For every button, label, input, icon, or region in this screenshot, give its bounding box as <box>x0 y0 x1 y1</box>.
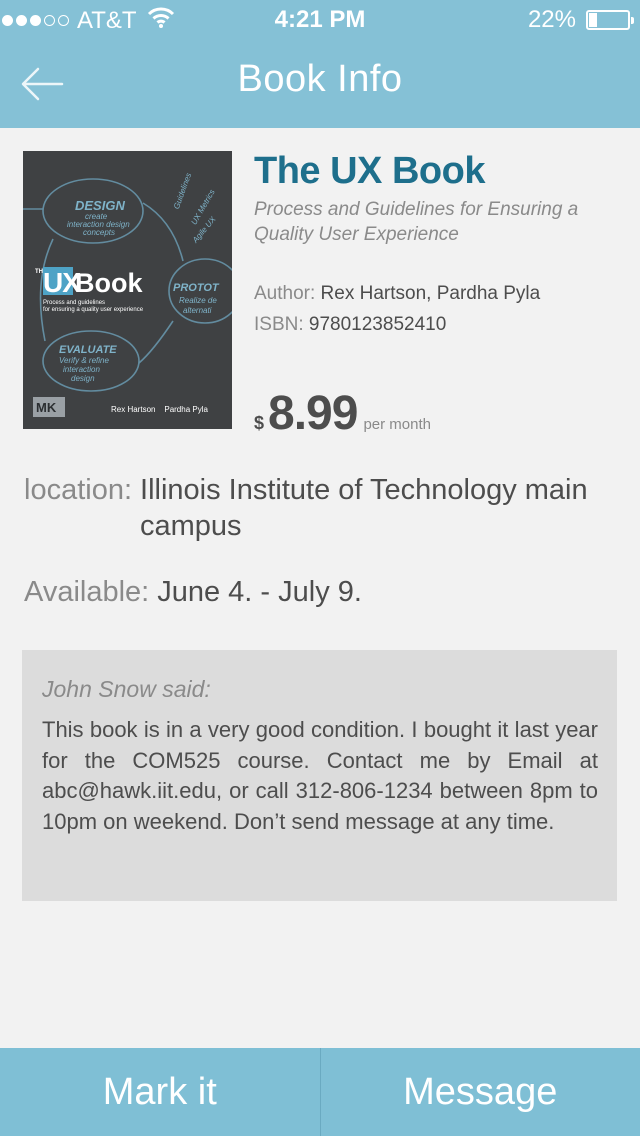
available-value: June 4. - July 9. <box>157 576 362 608</box>
cover-subtitle: for ensuring a quality user experience <box>43 307 144 313</box>
comment-author: John Snow said: <box>42 676 211 702</box>
status-bar: AT&T 4:21 PM 22% <box>0 0 640 40</box>
author-value: Rex Hartson, Pardha Pyla <box>320 283 541 304</box>
price-period: per month <box>363 416 431 433</box>
available-label: Available: <box>24 576 150 608</box>
battery-percent: 22% <box>527 6 576 33</box>
cover-sketch-design-sub: concepts <box>83 228 115 237</box>
cover-title-book: Book <box>75 268 143 298</box>
price-currency: $ <box>254 413 265 433</box>
book-cover-image: DESIGN create interaction design concept… <box>23 151 232 429</box>
comment-text: This book is in a very good condition. I… <box>42 717 598 834</box>
location-label: location: <box>24 474 133 506</box>
cover-sketch-evaluate-sub: Verify & refine <box>59 356 109 365</box>
isbn-value: 9780123852410 <box>308 314 447 335</box>
price-amount: 8.99 <box>268 387 358 440</box>
navigation-bar: Book Info <box>0 40 640 128</box>
book-isbn: ISBN: 9780123852410 <box>254 314 446 336</box>
location-row: location: Illinois Institute of Technolo… <box>24 472 624 544</box>
cover-sketch-proto-sub: Realize de <box>179 296 217 305</box>
book-author: Author: Rex Hartson, Pardha Pyla <box>254 283 540 305</box>
book-subtitle: Process and Guidelines for Ensuring a Qu… <box>254 199 579 245</box>
book-title: The UX Book <box>254 150 485 192</box>
header-bar: AT&T 4:21 PM 22% Book Info <box>0 0 640 128</box>
cover-sketch-design: DESIGN <box>75 198 125 213</box>
mark-it-button[interactable]: Mark it <box>0 1048 320 1136</box>
location-value: Illinois Institute of Technology main ca… <box>140 474 588 542</box>
cover-sketch-proto: PROTOT <box>173 282 220 294</box>
seller-comment: John Snow said: This book is in a very g… <box>22 650 617 901</box>
battery-status: 22% <box>527 6 634 34</box>
availability-row: Available: June 4. - July 9. <box>24 574 362 610</box>
battery-level <box>589 13 597 27</box>
cover-sketch-evaluate: EVALUATE <box>59 344 117 356</box>
cover-publisher-logo: MK <box>36 400 57 415</box>
isbn-label: ISBN: <box>254 314 304 335</box>
cover-subtitle: Process and guidelines <box>43 300 105 306</box>
battery-icon <box>586 10 634 30</box>
book-price: $ 8.99 per month <box>254 386 431 441</box>
cover-sketch-proto-sub: alternati <box>183 306 212 315</box>
message-button[interactable]: Message <box>321 1048 640 1136</box>
cover-sketch-evaluate-sub: design <box>71 374 95 383</box>
page-title: Book Info <box>237 58 403 100</box>
cover-authors: Rex Hartson Pardha Pyla <box>111 405 208 414</box>
action-bar: Mark it Message <box>0 1048 640 1136</box>
author-label: Author: <box>254 283 316 304</box>
cover-sketch-evaluate-sub: interaction <box>63 365 100 374</box>
